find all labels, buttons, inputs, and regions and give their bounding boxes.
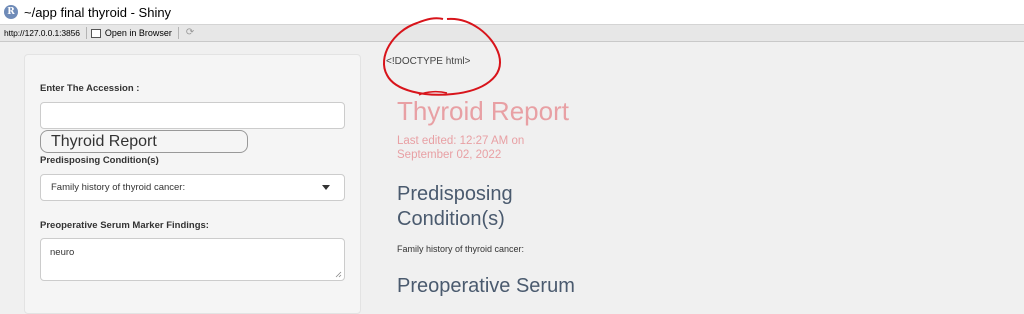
browser-window-icon[interactable] (90, 28, 101, 38)
serum-marker-label: Preoperative Serum Marker Findings: (40, 220, 209, 231)
thyroid-report-button[interactable]: Thyroid Report (40, 130, 248, 153)
report-title: Thyroid Report (397, 96, 569, 126)
doctype-text: <!DOCTYPE html> (386, 56, 471, 67)
predisposing-heading: Predisposing Condition(s) (397, 183, 513, 230)
toolbar-divider (85, 27, 87, 39)
accession-label: Enter The Accession : (40, 83, 140, 94)
sidebar-panel: Enter The Accession : Thyroid Report Pre… (24, 54, 361, 314)
resize-handle-icon[interactable] (335, 271, 342, 278)
window-title: ~/app final thyroid - Shiny (24, 4, 172, 20)
predisposing-label: Predisposing Condition(s) (40, 155, 159, 166)
serum-marker-value: neuro (50, 247, 75, 258)
serum-marker-textarea[interactable]: neuro (40, 238, 345, 281)
toolbar-divider (177, 27, 179, 39)
refresh-icon[interactable]: ⟳ (186, 28, 196, 38)
main-panel: <!DOCTYPE html> Thyroid Report Last edit… (380, 17, 1020, 297)
last-edited-text: Last edited: 12:27 AM on September 02, 2… (397, 135, 525, 161)
preoperative-serum-heading: Preoperative Serum (397, 275, 575, 297)
predisposing-selected-value: Family history of thyroid cancer: (51, 182, 186, 193)
predisposing-select[interactable]: Family history of thyroid cancer: (40, 174, 345, 201)
app-content: Enter The Accession : Thyroid Report Pre… (0, 17, 1024, 314)
url-text: http://127.0.0.1:3856 (4, 28, 80, 38)
rstudio-icon: R (4, 5, 18, 19)
caret-down-icon (322, 185, 330, 190)
accession-input[interactable] (40, 102, 345, 129)
predisposing-value: Family history of thyroid cancer: (397, 244, 525, 254)
open-in-browser-button[interactable]: Open in Browser (105, 28, 172, 38)
